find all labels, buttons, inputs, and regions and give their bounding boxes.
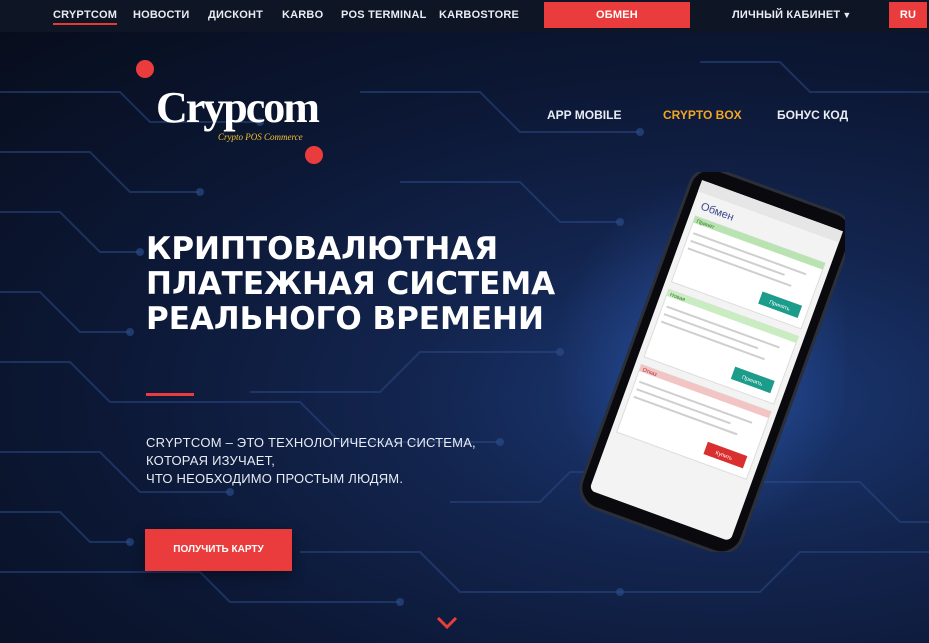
- logo-dot-icon: [305, 146, 323, 164]
- scroll-down-chevron-icon[interactable]: [436, 616, 458, 630]
- logo-wordmark: Crypcom: [156, 83, 320, 132]
- description-line: CRYPTCOM – ЭТО ТЕХНОЛОГИЧЕСКАЯ СИСТЕМА,: [146, 435, 476, 450]
- hero-description: CRYPTCOM – ЭТО ТЕХНОЛОГИЧЕСКАЯ СИСТЕМА, …: [146, 434, 506, 488]
- description-line: ЧТО НЕОБХОДИМО ПРОСТЫМ ЛЮДЯМ.: [146, 471, 404, 486]
- logo-dot-icon: [136, 60, 154, 78]
- nav-link-pos-terminal[interactable]: POS TERMINAL: [341, 0, 427, 32]
- hero-section: Crypcom Crypto POS Commerce APP MOBILE C…: [0, 32, 929, 643]
- headline-line: ПЛАТЕЖНАЯ СИСТЕМА: [146, 266, 556, 302]
- hero-headline: КРИПТОВАЛЮТНАЯ ПЛАТЕЖНАЯ СИСТЕМА РЕАЛЬНО…: [146, 232, 586, 337]
- subnav-bonus-code[interactable]: БОНУС КОД: [777, 108, 848, 122]
- chevron-down-icon: ▼: [842, 10, 852, 20]
- subnav-crypto-box[interactable]: CRYPTO BOX: [663, 108, 742, 122]
- exchange-button[interactable]: ОБМЕН: [544, 2, 690, 28]
- personal-cabinet-dropdown[interactable]: ЛИЧНЫЙ КАБИНЕТ ▼: [732, 0, 851, 32]
- nav-link-cryptcom[interactable]: CRYPTCOM: [53, 0, 118, 32]
- headline-line: КРИПТОВАЛЮТНАЯ: [146, 231, 499, 267]
- accent-divider: [146, 393, 194, 396]
- get-card-button[interactable]: ПОЛУЧИТЬ КАРТУ: [145, 529, 292, 571]
- nav-link-discount[interactable]: ДИСКОНТ: [208, 0, 263, 32]
- subnav-app-mobile[interactable]: APP MOBILE: [547, 108, 621, 122]
- crypcom-logo[interactable]: Crypcom Crypto POS Commerce: [136, 60, 326, 170]
- logo-tagline: Crypto POS Commerce: [218, 132, 303, 142]
- nav-link-karbo[interactable]: KARBO: [282, 0, 323, 32]
- personal-cabinet-label: ЛИЧНЫЙ КАБИНЕТ: [732, 9, 841, 21]
- headline-line: РЕАЛЬНОГО ВРЕМЕНИ: [146, 301, 544, 337]
- top-navigation: CRYPTCOM НОВОСТИ ДИСКОНТ KARBO POS TERMI…: [0, 0, 929, 32]
- description-line: КОТОРАЯ ИЗУЧАЕТ,: [146, 453, 276, 468]
- language-button[interactable]: RU: [889, 2, 927, 28]
- nav-link-karbostore[interactable]: KARBOSTORE: [439, 0, 519, 32]
- nav-link-news[interactable]: НОВОСТИ: [133, 0, 189, 32]
- phone-mockup-image: Обмен Принят Принять Новая Принять Отказ: [555, 172, 845, 552]
